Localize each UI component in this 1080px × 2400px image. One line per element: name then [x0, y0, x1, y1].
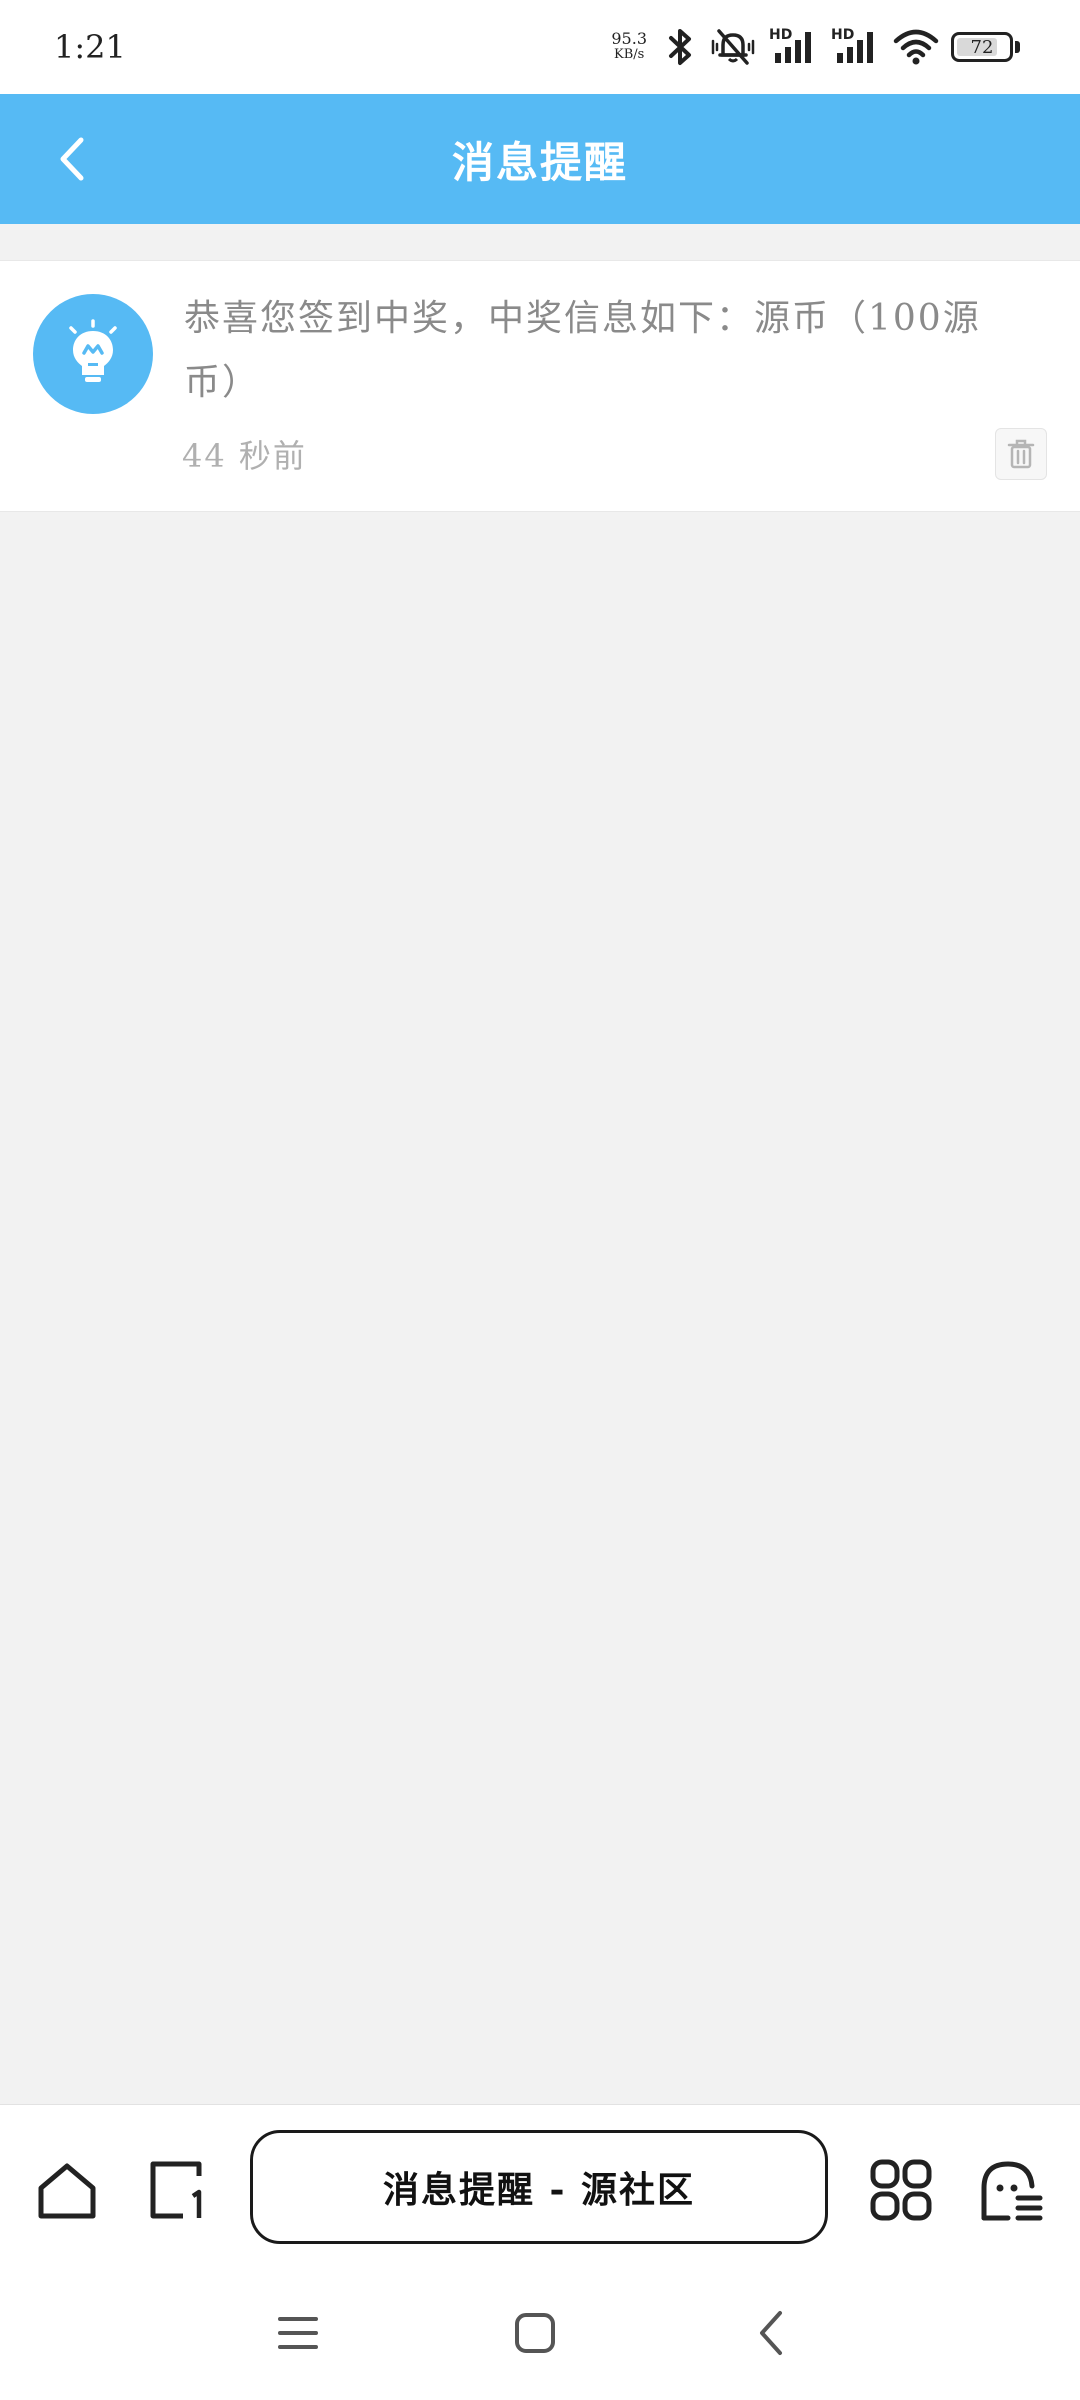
net-speed-value: 95.3: [611, 29, 647, 48]
back-button[interactable]: [38, 124, 108, 194]
delete-button[interactable]: [995, 428, 1047, 480]
back-icon: [760, 2311, 782, 2355]
address-bar-title: 消息提醒 - 源社区: [382, 2169, 695, 2211]
status-icons: 95.3 KB/s HD HD 72: [611, 27, 1020, 67]
status-time: 1:21: [54, 28, 126, 66]
lightbulb-icon: [69, 319, 117, 382]
tabs-icon: [150, 2161, 202, 2219]
menu-button[interactable]: [976, 2155, 1046, 2225]
home-icon: [38, 2163, 96, 2219]
page-title: 消息提醒: [451, 137, 628, 187]
signal-icon-1: HD: [769, 27, 819, 67]
notification-message: 恭喜您签到中奖，中奖信息如下：源币（100源币）: [184, 298, 981, 403]
signal-icon-2: HD: [831, 27, 881, 67]
apps-grid-icon: [870, 2159, 932, 2221]
bluetooth-icon: [669, 29, 691, 65]
nav-home-button[interactable]: [495, 2298, 575, 2368]
ghost-menu-icon: [981, 2161, 1043, 2221]
notification-time: 44 秒前: [182, 437, 307, 475]
nav-back-button[interactable]: [732, 2298, 812, 2368]
address-bar[interactable]: 消息提醒 - 源社区: [250, 2130, 828, 2244]
system-nav-bar: [0, 2268, 1080, 2400]
net-speed-unit: KB/s: [614, 47, 645, 62]
chevron-left-icon: [60, 137, 84, 181]
apps-button[interactable]: [866, 2155, 936, 2225]
network-speed: 95.3 KB/s: [611, 31, 647, 63]
trash-icon: [1007, 439, 1035, 469]
browser-toolbar: 消息提醒 - 源社区: [0, 2104, 1080, 2268]
nav-menu-button[interactable]: [258, 2298, 338, 2368]
battery-level: 72: [970, 36, 994, 58]
muted-vibrate-icon: [711, 29, 755, 65]
wifi-icon: [893, 29, 939, 65]
page: 1:21 95.3 KB/s HD HD 72 消息提醒 恭喜您签到中奖，中奖信…: [0, 0, 1080, 2400]
home-square-icon: [515, 2313, 555, 2353]
notification-item[interactable]: 恭喜您签到中奖，中奖信息如下：源币（100源币） 44 秒前: [0, 260, 1080, 512]
tabs-button[interactable]: [142, 2155, 212, 2225]
menu-icon: [278, 2317, 318, 2349]
home-button[interactable]: [32, 2155, 102, 2225]
notification-avatar: [33, 294, 153, 414]
status-bar: 1:21 95.3 KB/s HD HD 72: [0, 0, 1080, 94]
app-header: 消息提醒: [0, 94, 1080, 224]
battery-icon: 72: [951, 32, 1020, 62]
